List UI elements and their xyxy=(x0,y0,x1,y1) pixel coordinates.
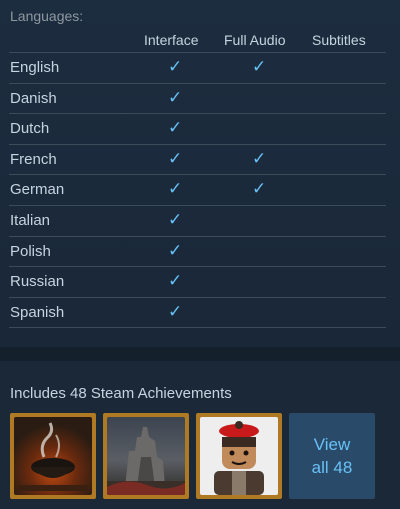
language-row: French ✓ ✓ xyxy=(9,145,386,176)
language-name: Polish xyxy=(10,242,51,260)
language-name: Russian xyxy=(10,273,65,291)
language-row: Polish ✓ xyxy=(9,237,386,268)
language-row: Danish ✓ xyxy=(9,84,386,115)
languages-rows: English ✓ ✓ Danish ✓ Dutch ✓ French ✓ ✓ German ✓ ✓ It… xyxy=(9,53,386,329)
language-name: Spanish xyxy=(10,303,65,321)
check-icon: ✓ xyxy=(168,148,183,168)
view-all-achievements-button[interactable]: View all 48 xyxy=(289,413,375,499)
language-row: English ✓ ✓ xyxy=(9,53,386,84)
language-name: French xyxy=(10,150,57,168)
column-interface: Interface xyxy=(144,32,199,48)
check-icon: ✓ xyxy=(252,179,267,199)
cauldron-achievement-icon[interactable] xyxy=(10,413,96,499)
check-icon: ✓ xyxy=(252,57,267,76)
check-icon: ✓ xyxy=(168,301,183,321)
check-icon: ✓ xyxy=(168,209,183,229)
check-icon: ✓ xyxy=(168,179,183,199)
achievements-panel: Includes 48 Steam Achievements View all … xyxy=(0,361,400,509)
language-name: English xyxy=(10,59,60,76)
languages-table: Interface Full Audio Subtitles English ✓ ✓… xyxy=(9,31,386,329)
column-full-audio: Full Audio xyxy=(224,32,286,48)
language-row: Spanish ✓ xyxy=(9,298,386,329)
check-icon: ✓ xyxy=(168,118,183,138)
check-icon: ✓ xyxy=(168,240,183,260)
language-name: Danish xyxy=(10,89,57,107)
languages-table-header: Interface Full Audio Subtitles xyxy=(9,31,386,53)
check-icon: ✓ xyxy=(168,57,183,76)
language-name: Italian xyxy=(10,211,51,229)
languages-title: Languages: xyxy=(10,8,84,24)
section-divider xyxy=(0,347,400,361)
achievements-title[interactable]: Includes 48 Steam Achievements xyxy=(10,385,232,402)
check-icon: ✓ xyxy=(252,148,267,168)
check-icon: ✓ xyxy=(168,271,183,291)
view-all-line2: all 48 xyxy=(311,458,353,477)
language-row: Russian ✓ xyxy=(9,267,386,298)
castle-achievement-icon[interactable] xyxy=(103,413,189,499)
view-all-line1: View xyxy=(313,435,351,454)
language-row: German ✓ ✓ xyxy=(9,175,386,206)
languages-panel: Languages: Interface Full Audio Subtitle… xyxy=(0,0,400,347)
language-name: German xyxy=(10,181,65,199)
language-row: Italian ✓ xyxy=(9,206,386,237)
language-row: Dutch ✓ xyxy=(9,114,386,145)
column-subtitles: Subtitles xyxy=(312,32,366,48)
check-icon: ✓ xyxy=(168,87,183,107)
lego-character-achievement-icon[interactable] xyxy=(196,413,282,499)
language-name: Dutch xyxy=(10,120,50,138)
